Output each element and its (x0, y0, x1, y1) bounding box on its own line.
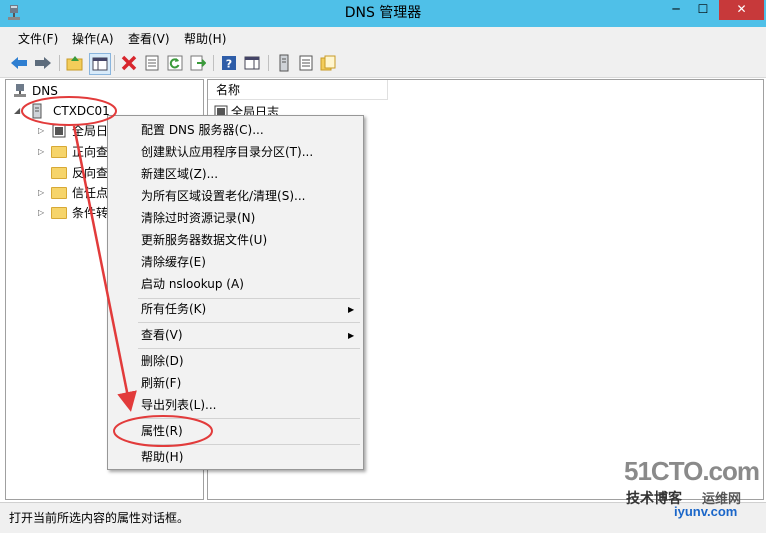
show-console-tree-icon[interactable] (89, 53, 111, 75)
watermark-url: iyunv.com (674, 504, 738, 519)
collapse-arrow-icon[interactable]: ◢ (14, 101, 24, 121)
expand-arrow-icon[interactable]: ▷ (38, 183, 48, 203)
watermark-main: 51CTO.com (624, 456, 760, 486)
menu-item-refresh[interactable]: 刷新(F) (141, 372, 181, 394)
context-menu: 配置 DNS 服务器(C)... 创建默认应用程序目录分区(T)... 新建区域… (107, 115, 364, 470)
menu-item-scavenge-stale-records[interactable]: 清除过时资源记录(N) (141, 207, 255, 229)
menu-item-view[interactable]: 查看(V) (141, 324, 183, 346)
show-action-pane-icon[interactable] (242, 53, 262, 73)
menu-separator (138, 348, 360, 349)
menu-item-create-default-app-partitions[interactable]: 创建默认应用程序目录分区(T)... (141, 141, 313, 163)
tree-server-label: CTXDC01 (53, 104, 110, 118)
close-button[interactable]: ✕ (719, 0, 764, 20)
tree-item-label: 信任点 (72, 186, 109, 200)
back-icon[interactable] (9, 53, 29, 73)
menu-item-new-zone[interactable]: 新建区域(Z)... (141, 163, 218, 185)
menu-bar: 文件(F) 操作(A) 查看(V) 帮助(H) (0, 27, 766, 49)
window-title: DNS 管理器 (344, 5, 422, 21)
folder-icon (51, 146, 67, 158)
help-icon[interactable]: ? (219, 53, 239, 73)
toolbar: ? (0, 49, 766, 78)
menu-separator (138, 418, 360, 419)
expand-arrow-icon[interactable]: ▷ (38, 142, 48, 162)
zone-icon[interactable] (318, 53, 338, 73)
server-icon[interactable] (274, 53, 294, 73)
menu-item-configure-dns-server[interactable]: 配置 DNS 服务器(C)... (141, 119, 264, 141)
refresh-icon[interactable] (165, 53, 185, 73)
folder-icon (51, 167, 67, 179)
menu-item-clear-cache[interactable]: 清除缓存(E) (141, 251, 206, 273)
dns-icon (14, 84, 26, 97)
tree-item-label: 反向查 (72, 166, 109, 180)
log-icon (52, 124, 66, 138)
menu-help[interactable]: 帮助(H) (184, 30, 226, 47)
forward-icon[interactable] (33, 53, 53, 73)
menu-item-help[interactable]: 帮助(H) (141, 446, 183, 468)
menu-item-export-list[interactable]: 导出列表(L)... (141, 394, 217, 416)
export-list-icon[interactable] (188, 53, 208, 73)
submenu-arrow-icon: ▶ (348, 305, 355, 314)
submenu-arrow-icon: ▶ (348, 331, 355, 340)
watermark: 51CTO.com 技术博客 运维网 iyunv.com (618, 454, 760, 524)
menu-action[interactable]: 操作(A) (72, 30, 114, 47)
menu-item-update-server-data-files[interactable]: 更新服务器数据文件(U) (141, 229, 267, 251)
minimize-button[interactable]: ─ (663, 0, 689, 20)
menu-item-properties[interactable]: 属性(R) (141, 420, 183, 442)
tree-item-label: 全局日 (72, 124, 109, 138)
title-bar: DNS 管理器 ─ ☐ ✕ (0, 0, 766, 27)
menu-separator (138, 322, 360, 323)
expand-arrow-icon[interactable]: ▷ (38, 121, 48, 141)
svg-text:?: ? (226, 58, 232, 71)
server-icon (32, 103, 42, 119)
menu-file[interactable]: 文件(F) (18, 30, 58, 47)
folder-icon (51, 207, 67, 219)
menu-separator (138, 444, 360, 445)
list-icon[interactable] (296, 53, 316, 73)
maximize-button[interactable]: ☐ (690, 0, 716, 20)
column-header-name[interactable]: 名称 (208, 80, 388, 100)
expand-arrow-icon[interactable]: ▷ (38, 203, 48, 223)
properties-icon[interactable] (142, 53, 162, 73)
menu-item-set-aging-scavenging[interactable]: 为所有区域设置老化/清理(S)... (141, 185, 305, 207)
status-text: 打开当前所选内容的属性对话框。 (9, 511, 190, 525)
delete-icon[interactable] (119, 53, 139, 73)
menu-item-delete[interactable]: 删除(D) (141, 350, 184, 372)
menu-item-all-tasks[interactable]: 所有任务(K) (141, 298, 206, 320)
menu-view[interactable]: 查看(V) (128, 30, 170, 47)
up-folder-icon[interactable] (65, 53, 85, 73)
tree-root-label: DNS (32, 84, 58, 98)
menu-item-launch-nslookup[interactable]: 启动 nslookup (A) (141, 273, 244, 295)
tree-item-label: 条件转 (72, 206, 109, 220)
tree-item-label: 正向查 (72, 145, 109, 159)
folder-icon (51, 187, 67, 199)
